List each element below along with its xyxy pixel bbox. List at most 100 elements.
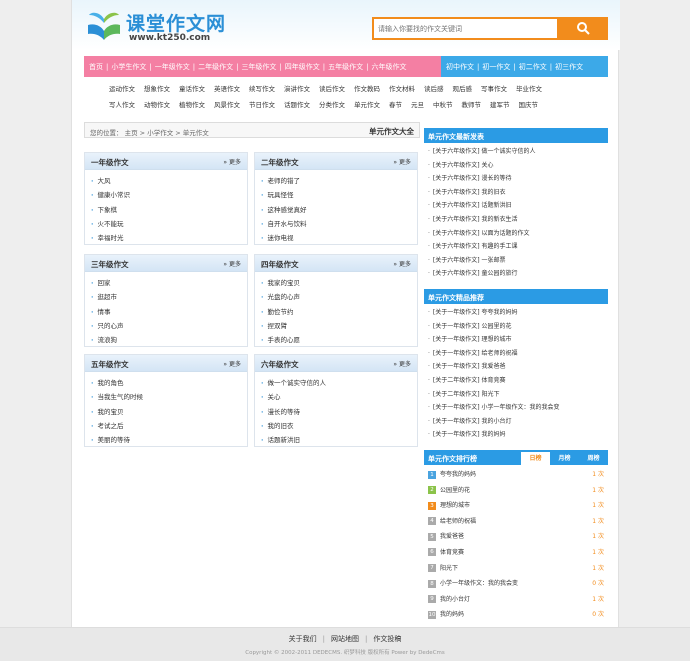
list-item[interactable]: [关于六年级作文] 我的新衣生活 xyxy=(428,213,608,227)
nav-item[interactable]: 六年级作文 xyxy=(372,62,407,72)
rank-title[interactable]: 小学一年级作文：我的我会变 xyxy=(440,580,518,587)
sub-nav-link[interactable]: 毕业作文 xyxy=(516,83,542,98)
rank-title[interactable]: 我的小台灯 xyxy=(440,596,470,603)
sub-nav-link[interactable]: 话题作文 xyxy=(284,99,310,114)
list-item[interactable]: 情事 xyxy=(91,305,247,319)
list-item[interactable]: [关于六年级作文] 一张邮票 xyxy=(428,254,608,268)
ranking-tab[interactable]: 周榜 xyxy=(579,452,608,465)
ranking-item[interactable]: 9 我的小台灯 1 次 xyxy=(428,592,608,608)
list-item[interactable]: 幸福时光 xyxy=(91,231,247,245)
list-item[interactable]: 老师的错了 xyxy=(261,174,417,188)
breadcrumb-home-link[interactable]: 主页 xyxy=(125,129,138,137)
more-link[interactable]: » 更多 xyxy=(393,359,411,368)
list-item[interactable]: [关于二年级作文] 体育竞赛 xyxy=(428,374,608,388)
sub-nav-link[interactable]: 春节 xyxy=(389,99,402,114)
list-item[interactable]: 大风 xyxy=(91,174,247,188)
list-item[interactable]: 勤俭节约 xyxy=(261,305,417,319)
ranking-item[interactable]: 1 夸夸我的妈妈 1 次 xyxy=(428,467,608,483)
grade-box-title[interactable]: 二年级作文 xyxy=(261,157,299,168)
list-item[interactable]: 当我生气的时候 xyxy=(91,390,247,404)
list-item[interactable]: 手表的心愿 xyxy=(261,333,417,347)
list-item[interactable]: 关心 xyxy=(261,390,417,404)
list-item[interactable]: 光盘的心声 xyxy=(261,290,417,304)
rank-title[interactable]: 我的妈妈 xyxy=(440,611,464,618)
list-item[interactable]: 流浪狗 xyxy=(91,333,247,347)
sub-nav-link[interactable]: 读后感 xyxy=(424,83,444,98)
nav-item[interactable]: 一年级作文 xyxy=(155,62,190,72)
nav-item[interactable]: 首页 xyxy=(89,62,103,72)
ranking-item[interactable]: 7 阳光下 1 次 xyxy=(428,561,608,577)
list-item[interactable]: 自开水与饮料 xyxy=(261,217,417,231)
list-item[interactable]: [关于六年级作文] 童公园的旅行 xyxy=(428,267,608,281)
grade-box-title[interactable]: 五年级作文 xyxy=(91,359,129,370)
nav-item[interactable]: 初三作文 xyxy=(555,62,583,72)
sub-nav-link[interactable]: 作文教码 xyxy=(354,83,380,98)
list-item[interactable]: [关于一年级作文] 我的妈妈 xyxy=(428,428,608,442)
sub-nav-link[interactable]: 想象作文 xyxy=(144,83,170,98)
more-link[interactable]: » 更多 xyxy=(223,359,241,368)
ranking-item[interactable]: 6 体育竞赛 1 次 xyxy=(428,545,608,561)
sub-nav-link[interactable]: 单元作文 xyxy=(354,99,380,114)
grade-box-title[interactable]: 四年级作文 xyxy=(261,259,299,270)
rank-title[interactable]: 给老师的祝福 xyxy=(440,518,476,525)
list-item[interactable]: 考试之后 xyxy=(91,419,247,433)
sub-nav-link[interactable]: 写人作文 xyxy=(109,99,135,114)
footer-link[interactable]: 网站地图 xyxy=(331,635,359,643)
search-input[interactable] xyxy=(372,17,559,40)
list-item[interactable]: 只的心声 xyxy=(91,319,247,333)
list-item[interactable]: [关于一年级作文] 小学一年级作文：我的我会变 xyxy=(428,401,608,415)
sub-nav-link[interactable]: 节日作文 xyxy=(249,99,275,114)
ranking-item[interactable]: 5 我爱爸爸 1 次 xyxy=(428,529,608,545)
list-item[interactable]: 这种感觉真好 xyxy=(261,203,417,217)
ranking-item[interactable]: 8 小学一年级作文：我的我会变 0 次 xyxy=(428,576,608,592)
sub-nav-link[interactable]: 读后作文 xyxy=(319,83,345,98)
rank-title[interactable]: 体育竞赛 xyxy=(440,549,464,556)
list-item[interactable]: 我的角色 xyxy=(91,376,247,390)
footer-link[interactable]: 关于我们 xyxy=(289,635,317,643)
rank-title[interactable]: 阳光下 xyxy=(440,565,458,572)
list-item[interactable]: 火不能玩 xyxy=(91,217,247,231)
list-item[interactable]: 漫长的等待 xyxy=(261,405,417,419)
nav-item[interactable]: 二年级作文 xyxy=(198,62,233,72)
sub-nav-link[interactable]: 续写作文 xyxy=(249,83,275,98)
sub-nav-link[interactable]: 童话作文 xyxy=(179,83,205,98)
more-link[interactable]: » 更多 xyxy=(223,157,241,166)
more-link[interactable]: » 更多 xyxy=(393,259,411,268)
sub-nav-link[interactable]: 运动作文 xyxy=(109,83,135,98)
sub-nav-link[interactable]: 建军节 xyxy=(490,99,510,114)
list-item[interactable]: [关于二年级作文] 阳光下 xyxy=(428,388,608,402)
list-item[interactable]: [关于六年级作文] 话题新洪旧 xyxy=(428,199,608,213)
grade-box-title[interactable]: 三年级作文 xyxy=(91,259,129,270)
nav-item[interactable]: 四年级作文 xyxy=(285,62,320,72)
rank-title[interactable]: 理想的城市 xyxy=(440,502,470,509)
grade-box-title[interactable]: 一年级作文 xyxy=(91,157,129,168)
sub-nav-link[interactable]: 元旦 xyxy=(411,99,424,114)
list-item[interactable]: [关于一年级作文] 我爱爸爸 xyxy=(428,360,608,374)
nav-item[interactable]: 初中作文 xyxy=(446,62,474,72)
ranking-item[interactable]: 4 给老师的祝福 1 次 xyxy=(428,514,608,530)
nav-item[interactable]: 小学生作文 xyxy=(111,62,146,72)
list-item[interactable]: [关于一年级作文] 我的小台灯 xyxy=(428,415,608,429)
nav-item[interactable]: 五年级作文 xyxy=(328,62,363,72)
rank-title[interactable]: 我爱爸爸 xyxy=(440,533,464,540)
sub-nav-link[interactable]: 英语作文 xyxy=(214,83,240,98)
nav-item[interactable]: 三年级作文 xyxy=(241,62,276,72)
list-item[interactable]: [关于六年级作文] 做一个诚实守信的人 xyxy=(428,145,608,159)
sub-nav-link[interactable]: 写事作文 xyxy=(481,83,507,98)
list-item[interactable]: 捏双臂 xyxy=(261,319,417,333)
ranking-item[interactable]: 10 我的妈妈 0 次 xyxy=(428,607,608,623)
sub-nav-link[interactable]: 观后感 xyxy=(453,83,473,98)
sub-nav-link[interactable]: 分类作文 xyxy=(319,99,345,114)
ranking-item[interactable]: 3 理想的城市 1 次 xyxy=(428,498,608,514)
list-item[interactable]: 我的旧衣 xyxy=(261,419,417,433)
ranking-tab[interactable]: 月榜 xyxy=(550,452,579,465)
list-item[interactable]: 回家 xyxy=(91,276,247,290)
ranking-tab[interactable]: 日榜 xyxy=(521,452,550,465)
list-item[interactable]: [关于一年级作文] 理想的城市 xyxy=(428,333,608,347)
more-link[interactable]: » 更多 xyxy=(223,259,241,268)
list-item[interactable]: 我家的宝贝 xyxy=(261,276,417,290)
list-item[interactable]: 我的宝贝 xyxy=(91,405,247,419)
more-link[interactable]: » 更多 xyxy=(393,157,411,166)
list-item[interactable]: 健康小常识 xyxy=(91,188,247,202)
list-item[interactable]: 下象棋 xyxy=(91,203,247,217)
